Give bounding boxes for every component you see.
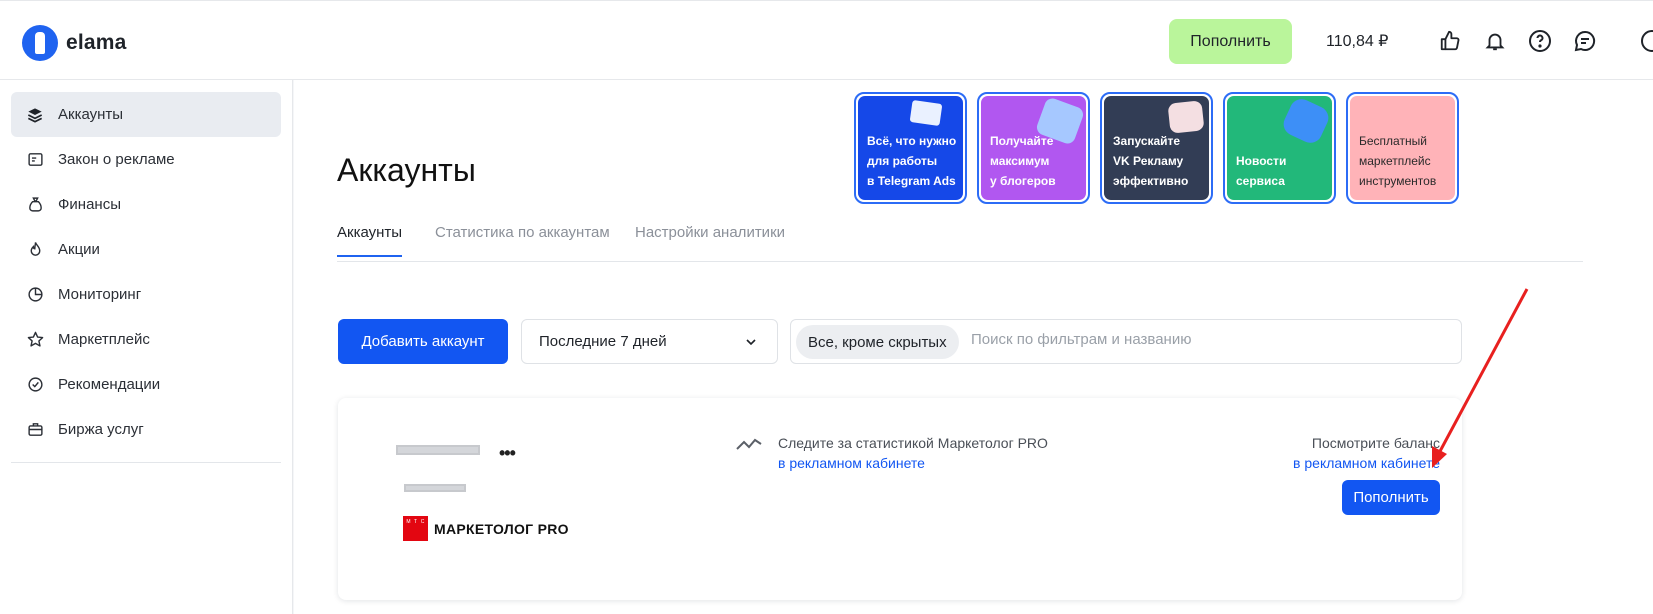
sidebar-item-label: Мониторинг — [58, 286, 142, 303]
briefcase-icon — [26, 421, 44, 439]
search-input[interactable] — [971, 331, 1441, 348]
promo-line: у блогеров — [990, 174, 1056, 188]
chevron-down-icon — [743, 334, 759, 354]
promo-line: сервиса — [1236, 174, 1285, 188]
stats-cabinet-link[interactable]: в рекламном кабинете — [778, 453, 1048, 473]
mts-letter: С — [420, 519, 425, 525]
top-bar: elama Пополнить 110,84 ₽ — [0, 0, 1653, 80]
platform-name: МАРКЕТОЛОГ PRO — [434, 520, 569, 537]
promo-line: в Telegram Ads — [867, 174, 956, 188]
sidebar-item-marketplace[interactable]: Маркетплейс — [11, 317, 281, 362]
thumbs-up-icon[interactable] — [1436, 27, 1464, 55]
promo-service-news[interactable]: Новости сервиса — [1223, 92, 1336, 204]
bell-icon[interactable] — [1481, 27, 1509, 55]
profile-icon[interactable] — [1638, 27, 1653, 55]
fire-icon — [26, 241, 44, 259]
pie-chart-icon — [26, 286, 44, 304]
like-deco-icon — [1167, 100, 1205, 134]
period-value: Последние 7 дней — [539, 333, 667, 350]
promo-vk-ads[interactable]: Запускайте VK Рекламу эффективно — [1100, 92, 1213, 204]
sidebar-item-label: Рекомендации — [58, 376, 161, 393]
balance-hint-text: Посмотрите баланс — [1311, 435, 1440, 451]
sidebar-item-ad-law[interactable]: Закон о рекламе — [11, 137, 281, 182]
promo-line: Всё, что нужно — [867, 134, 957, 148]
sidebar-divider — [11, 462, 281, 463]
promo-line: Бесплатный — [1359, 134, 1427, 148]
tab-account-stats[interactable]: Статистика по аккаунтам — [435, 224, 610, 255]
tab-accounts[interactable]: Аккаунты — [337, 224, 403, 257]
promo-telegram-ads[interactable]: Всё, что нужно для работы в Telegram Ads — [854, 92, 967, 204]
sidebar-item-accounts[interactable]: Аккаунты — [11, 92, 281, 137]
filter-bar: Все, кроме скрытых — [790, 319, 1462, 364]
layers-icon — [26, 106, 44, 124]
sidebar: Аккаунты Закон о рекламе Финансы Акции М… — [0, 80, 293, 614]
promo-line: для работы — [867, 154, 938, 168]
add-account-button[interactable]: Добавить аккаунт — [338, 319, 508, 364]
promo-line: эффективно — [1113, 174, 1189, 188]
tab-analytics-settings[interactable]: Настройки аналитики — [635, 224, 785, 255]
more-options-icon[interactable]: ••• — [499, 443, 516, 464]
masked-account-name — [396, 445, 480, 455]
sidebar-item-services-exchange[interactable]: Биржа услуг — [11, 407, 281, 452]
mts-letter: М — [406, 519, 411, 525]
trend-line-icon — [735, 433, 763, 458]
card-icon — [26, 151, 44, 169]
check-badge-icon — [26, 376, 44, 394]
promo-bloggers[interactable]: Получайте максимум у блогеров — [977, 92, 1090, 204]
topup-button[interactable]: Пополнить — [1169, 19, 1292, 64]
balance-hint: Посмотрите баланс в рекламном кабинете — [1270, 433, 1440, 473]
sidebar-item-label: Маркетплейс — [58, 331, 150, 348]
sidebar-item-label: Финансы — [58, 196, 121, 213]
promo-marketplace[interactable]: Бесплатный маркетплейс инструментов — [1346, 92, 1459, 204]
promo-line: Получайте — [990, 134, 1054, 148]
balance-amount: 110,84 ₽ — [1326, 33, 1389, 50]
chat-icon[interactable] — [1571, 27, 1599, 55]
sidebar-item-promotions[interactable]: Акции — [11, 227, 281, 272]
help-icon[interactable] — [1526, 27, 1554, 55]
sidebar-item-label: Акции — [58, 241, 100, 258]
account-topup-button[interactable]: Пополнить — [1342, 480, 1440, 515]
llama-logo-icon — [22, 25, 58, 61]
tabs: Аккаунты Статистика по аккаунтам Настрой… — [337, 220, 1583, 262]
account-card: ••• МТС МАРКЕТОЛОГ PRO Следите за статис… — [338, 398, 1462, 600]
sidebar-item-label: Биржа услуг — [58, 421, 144, 438]
promo-line: инструментов — [1359, 174, 1437, 188]
sidebar-item-label: Аккаунты — [58, 106, 124, 123]
mts-logo-icon: МТС — [403, 516, 428, 541]
page-title: Аккаунты — [337, 152, 476, 188]
sidebar-item-monitoring[interactable]: Мониторинг — [11, 272, 281, 317]
promo-line: VK Рекламу — [1113, 154, 1184, 168]
masked-account-id — [404, 484, 466, 492]
star-deco-icon — [1279, 96, 1332, 147]
stats-hint: Следите за статистикой Маркетолог PRO в … — [778, 433, 1048, 473]
star-icon — [26, 331, 44, 349]
balance-cabinet-link[interactable]: в рекламном кабинете — [1270, 453, 1440, 473]
logo-text: elama — [66, 31, 127, 54]
main-content: Аккаунты Всё, что нужно для работы в Tel… — [294, 80, 1653, 614]
sidebar-item-finance[interactable]: Финансы — [11, 182, 281, 227]
mts-letter: Т — [413, 519, 418, 525]
marketolog-pro-logo: МТС МАРКЕТОЛОГ PRO — [403, 516, 569, 541]
promo-line: максимум — [990, 154, 1050, 168]
period-select[interactable]: Последние 7 дней — [521, 319, 778, 364]
filter-chip-not-hidden[interactable]: Все, кроме скрытых — [796, 325, 959, 359]
sidebar-item-label: Закон о рекламе — [58, 151, 175, 168]
elama-logo[interactable]: elama — [22, 25, 127, 61]
promo-line: маркетплейс — [1359, 154, 1431, 168]
promo-line: Новости — [1236, 154, 1287, 168]
money-bag-icon — [26, 196, 44, 214]
stats-hint-text: Следите за статистикой Маркетолог PRO — [778, 435, 1048, 451]
telegram-deco-icon — [909, 100, 943, 126]
promo-line: Запускайте — [1113, 134, 1181, 148]
sidebar-item-recommendations[interactable]: Рекомендации — [11, 362, 281, 407]
